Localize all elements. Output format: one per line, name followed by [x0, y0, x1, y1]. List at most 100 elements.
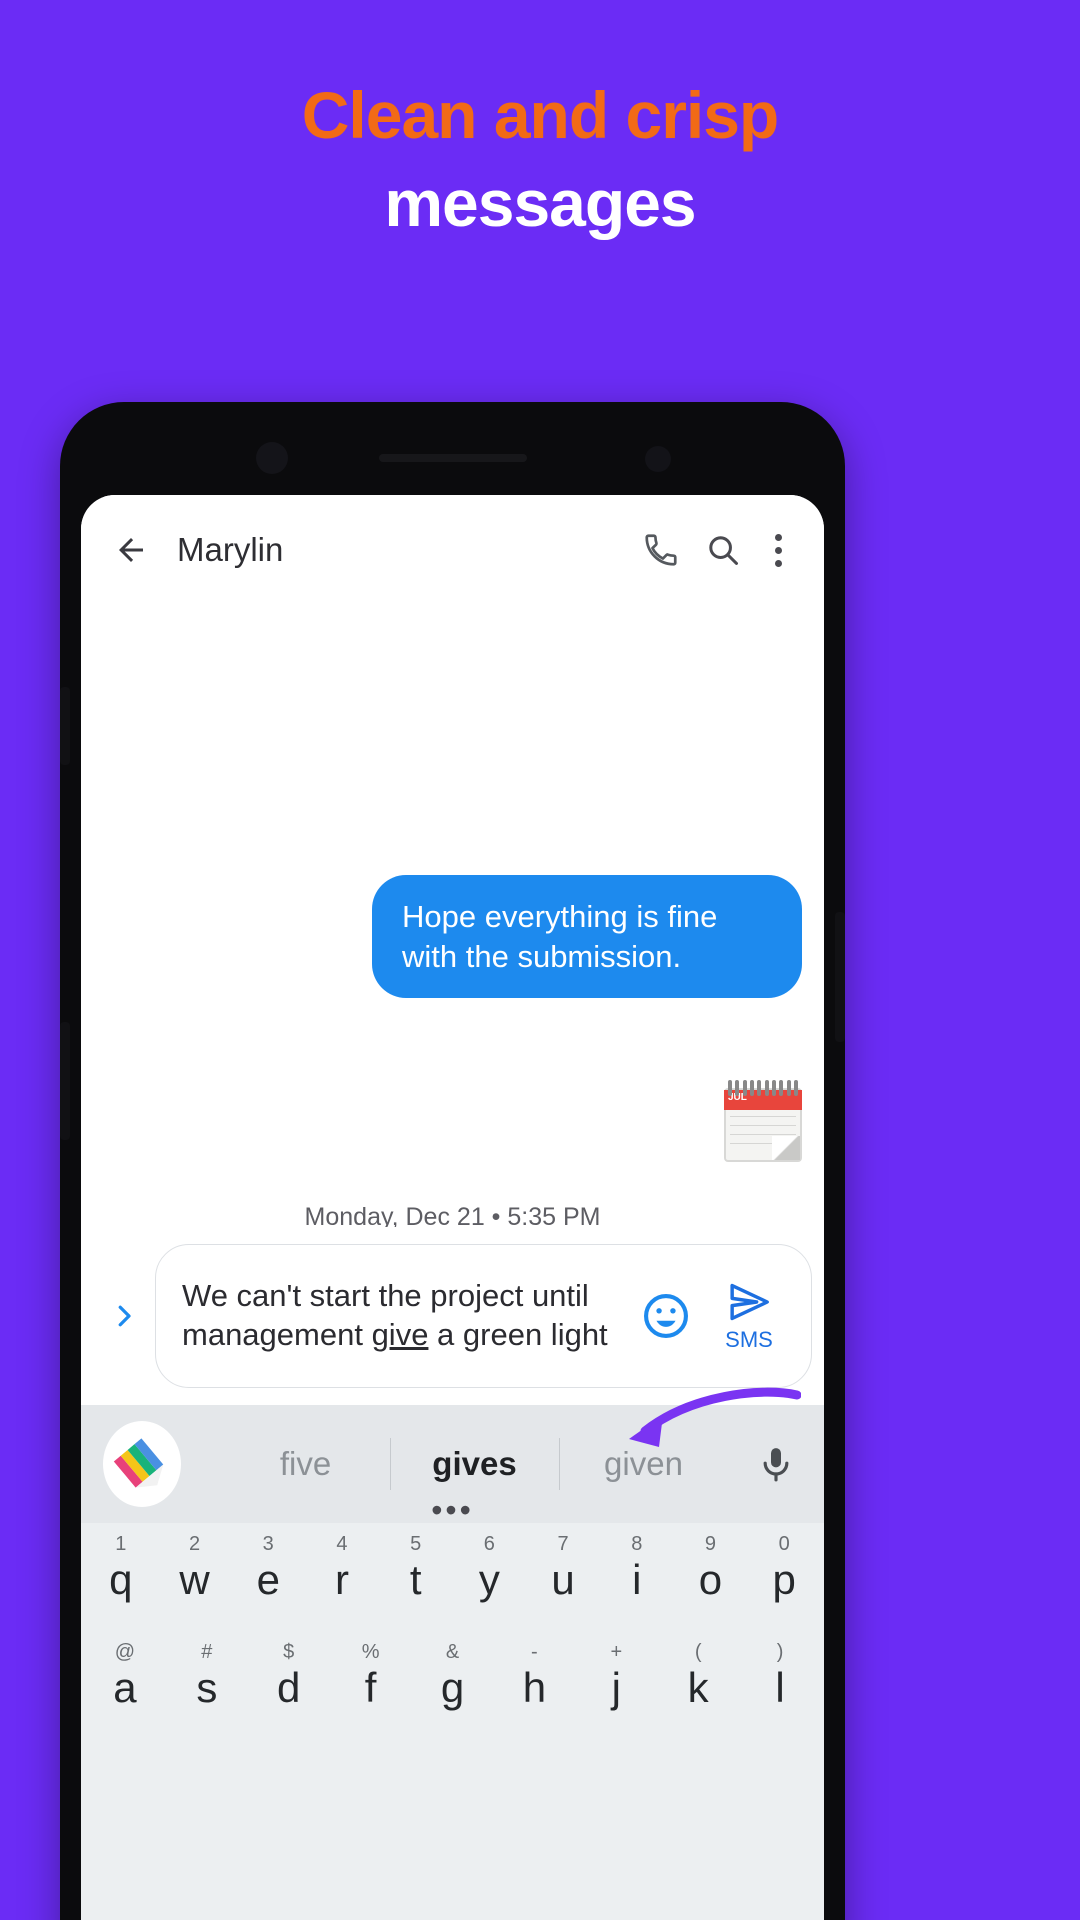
- key-y[interactable]: 6 y: [456, 1533, 524, 1623]
- key-secondary-label: 9: [704, 1533, 717, 1555]
- message-row: Hope everything is fine with the submiss…: [372, 875, 802, 999]
- message-bubble-outgoing[interactable]: Hope everything is fine with the submiss…: [372, 875, 802, 999]
- key-label: i: [632, 1556, 642, 1603]
- key-k[interactable]: ( k: [660, 1641, 736, 1731]
- key-j[interactable]: + j: [578, 1641, 654, 1731]
- key-secondary-label: 7: [557, 1533, 569, 1555]
- volume-up-button[interactable]: [60, 687, 70, 765]
- input-text-after: a green light: [428, 1317, 608, 1352]
- key-p[interactable]: 0 p: [750, 1533, 818, 1623]
- suggestion-item-0[interactable]: five: [221, 1445, 390, 1483]
- key-t[interactable]: 5 t: [382, 1533, 450, 1623]
- phone-icon: [645, 534, 677, 566]
- suggestion-more-indicator[interactable]: •••: [81, 1493, 824, 1526]
- key-secondary-label: $: [283, 1641, 295, 1663]
- voice-input-button[interactable]: [728, 1441, 824, 1487]
- promo-headline: Clean and crisp messages: [0, 82, 1080, 236]
- key-label: s: [196, 1664, 218, 1711]
- key-secondary-label: 5: [410, 1533, 422, 1555]
- key-label: t: [409, 1556, 422, 1603]
- key-s[interactable]: # s: [169, 1641, 245, 1731]
- key-label: w: [179, 1556, 210, 1603]
- app-bar: Marylin: [81, 495, 824, 605]
- more-vertical-icon: [774, 546, 782, 554]
- emoji-button[interactable]: [629, 1290, 703, 1342]
- on-screen-keyboard: five gives given ••• 1 q 2 w 3 e 4 r 5 t…: [81, 1387, 824, 1920]
- key-l[interactable]: ) l: [742, 1641, 818, 1731]
- key-i[interactable]: 8 i: [603, 1533, 671, 1623]
- key-a[interactable]: @ a: [87, 1641, 163, 1731]
- key-secondary-label: 6: [483, 1533, 495, 1555]
- key-secondary-label: 2: [188, 1533, 201, 1555]
- key-secondary-label: @: [114, 1641, 136, 1663]
- expand-composer-button[interactable]: [93, 1296, 155, 1336]
- key-secondary-label: 0: [778, 1533, 790, 1555]
- rainbow-pencil-icon: [113, 1436, 171, 1497]
- suggestion-item-2[interactable]: given: [559, 1445, 728, 1483]
- emoji-smile-icon: [644, 1294, 688, 1338]
- key-w[interactable]: 2 w: [161, 1533, 229, 1623]
- volume-down-button[interactable]: [60, 1022, 70, 1140]
- power-button[interactable]: [835, 912, 845, 1042]
- chevron-right-icon: [118, 1305, 131, 1327]
- key-secondary-label: 8: [631, 1533, 643, 1555]
- key-label: u: [551, 1556, 575, 1603]
- key-label: j: [611, 1664, 621, 1711]
- calendar-page-curl: [772, 1136, 800, 1160]
- key-secondary-label: ): [776, 1641, 784, 1663]
- message-composer: We can't start the project until managem…: [81, 1227, 824, 1405]
- key-label: r: [334, 1556, 349, 1603]
- keyboard-row-2: @ a # s $ d % f & g - h + j (k) l: [87, 1641, 818, 1731]
- key-label: k: [687, 1664, 709, 1711]
- message-input-box[interactable]: We can't start the project until managem…: [155, 1244, 812, 1388]
- key-label: y: [478, 1556, 500, 1603]
- calendar-rings: [728, 1080, 798, 1096]
- keyboard-logo-button[interactable]: [103, 1421, 181, 1507]
- key-label: l: [775, 1664, 785, 1711]
- key-secondary-label: 3: [262, 1533, 274, 1555]
- send-button[interactable]: SMS: [703, 1279, 795, 1353]
- key-g[interactable]: & g: [415, 1641, 491, 1731]
- call-button[interactable]: [630, 519, 692, 581]
- key-label: a: [113, 1664, 137, 1711]
- send-button-label: SMS: [725, 1327, 773, 1352]
- promo-headline-line1: Clean and crisp: [301, 78, 780, 152]
- key-o[interactable]: 9 o: [677, 1533, 745, 1623]
- key-secondary-label: &: [445, 1641, 460, 1663]
- suggestion-list: five gives given: [221, 1445, 728, 1483]
- sensor-icon: [645, 446, 671, 472]
- key-secondary-label: 1: [115, 1533, 127, 1555]
- key-secondary-label: (: [694, 1641, 702, 1663]
- key-label: o: [698, 1556, 723, 1603]
- key-e[interactable]: 3 e: [234, 1533, 302, 1623]
- search-icon: [709, 536, 738, 565]
- key-secondary-label: -: [531, 1641, 538, 1663]
- earpiece-speaker: [378, 454, 527, 462]
- suggestion-item-1[interactable]: gives: [390, 1445, 559, 1483]
- key-q[interactable]: 1 q: [87, 1533, 155, 1623]
- key-label: d: [277, 1664, 301, 1711]
- phone-mockup: Marylin Hope everything is fine with the…: [60, 402, 845, 1920]
- key-h[interactable]: - h: [496, 1641, 572, 1731]
- send-icon: [730, 1283, 769, 1321]
- key-label: q: [109, 1556, 133, 1603]
- key-label: p: [772, 1556, 796, 1603]
- key-d[interactable]: $ d: [251, 1641, 327, 1731]
- key-label: h: [522, 1664, 547, 1711]
- back-button[interactable]: [103, 522, 159, 578]
- key-label: e: [256, 1556, 280, 1603]
- key-label: f: [364, 1664, 377, 1711]
- input-text-underlined: give: [371, 1317, 429, 1352]
- key-r[interactable]: 4 r: [308, 1533, 376, 1623]
- calendar-emoji[interactable]: JUL: [724, 1080, 802, 1162]
- key-u[interactable]: 7 u: [529, 1533, 597, 1623]
- key-f[interactable]: % f: [333, 1641, 409, 1731]
- conversation-title: Marylin: [177, 531, 284, 568]
- message-input-text[interactable]: We can't start the project until managem…: [182, 1277, 629, 1355]
- promo-headline-line2: messages: [384, 166, 696, 240]
- phone-screen: Marylin Hope everything is fine with the…: [81, 495, 824, 1920]
- search-button[interactable]: [692, 519, 754, 581]
- suggestion-strip: five gives given •••: [81, 1387, 824, 1526]
- overflow-menu-button[interactable]: [754, 519, 802, 581]
- key-secondary-label: +: [610, 1641, 623, 1663]
